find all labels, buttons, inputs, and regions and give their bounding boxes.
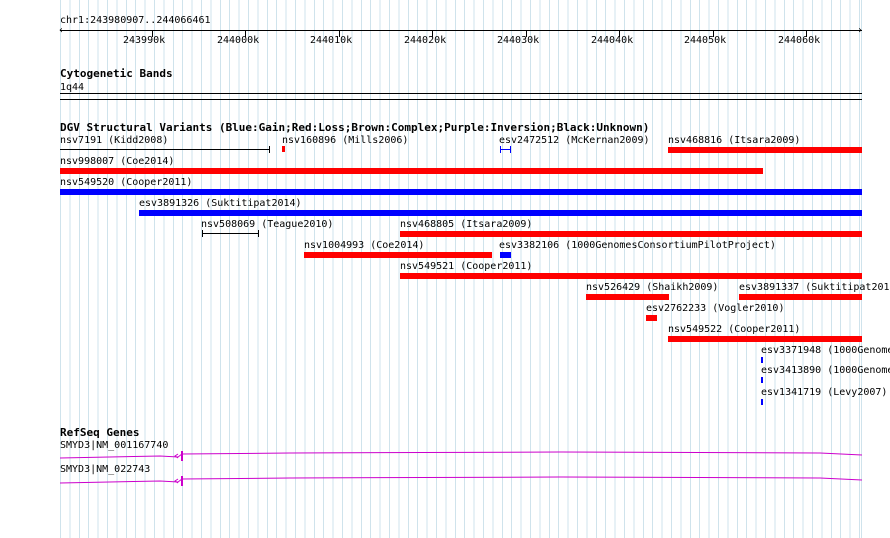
variant-feature-end <box>269 146 270 153</box>
variant-feature-gain[interactable] <box>761 399 763 405</box>
ruler-tick-label: 244050k <box>684 35 727 46</box>
variant-label: nsv468805 (Itsara2009) <box>400 219 533 230</box>
variant-label: nsv549521 (Cooper2011) <box>400 261 533 272</box>
variant-feature-loss[interactable] <box>400 231 862 237</box>
cytoband-label: 1q44 <box>60 82 85 93</box>
variant-label: nsv1004993 (Coe2014) <box>304 240 425 251</box>
variant-label: nsv998007 (Coe2014) <box>60 156 175 167</box>
gene-feature[interactable] <box>60 475 862 487</box>
cytoband-line-top[interactable] <box>60 93 862 94</box>
ruler-tick-label: 244030k <box>497 35 540 46</box>
variant-feature-gain[interactable] <box>500 252 511 258</box>
variant-label: nsv468816 (Itsara2009) <box>668 135 801 146</box>
variant-label: esv1341719 (Levy2007) <box>761 387 888 398</box>
variant-feature-loss[interactable] <box>586 294 669 300</box>
variant-label: esv3371948 (1000Genomes <box>761 345 890 356</box>
variant-feature-gain[interactable] <box>761 377 763 383</box>
refseq-track-title[interactable]: RefSeq Genes <box>60 427 139 438</box>
variant-label: nsv549520 (Cooper2011) <box>60 177 193 188</box>
variant-feature-gain[interactable] <box>761 357 763 363</box>
ruler-tick-label: 243990k <box>123 35 166 46</box>
variant-feature-unknown[interactable] <box>202 233 259 234</box>
variant-label: nsv526429 (Shaikh2009) <box>586 282 719 293</box>
variant-label: esv3891326 (Suktitipat2014) <box>139 198 302 209</box>
ruler-tick-label: 244020k <box>404 35 447 46</box>
variant-label: esv3891337 (Suktitipat2014) <box>739 282 890 293</box>
gene-feature[interactable] <box>60 450 862 462</box>
variant-label: esv3413890 (1000Genome <box>761 365 890 376</box>
variant-feature-unknown[interactable] <box>60 149 270 150</box>
variant-feature-end <box>510 146 511 153</box>
ruler-tick-label: 244040k <box>591 35 634 46</box>
variant-feature-start <box>500 146 501 153</box>
scroll-left-arrow-icon[interactable]: ‹ <box>58 26 64 36</box>
cytoband-line-bottom[interactable] <box>60 99 862 100</box>
variant-feature-loss[interactable] <box>60 168 763 174</box>
variant-feature-gain[interactable] <box>139 210 862 216</box>
variant-feature-end <box>258 230 259 237</box>
variant-feature-loss[interactable] <box>668 336 862 342</box>
variant-label: esv2762233 (Vogler2010) <box>646 303 785 314</box>
variant-label: nsv508069 (Teague2010) <box>201 219 334 230</box>
ruler-tick-label: 244000k <box>217 35 260 46</box>
variant-feature-loss[interactable] <box>668 147 862 153</box>
variant-label: nsv7191 (Kidd2008) <box>60 135 169 146</box>
ruler-line[interactable] <box>60 30 862 31</box>
variant-feature-loss[interactable] <box>282 146 285 152</box>
ruler-tick-label: 244060k <box>778 35 821 46</box>
variant-feature-gain[interactable] <box>60 189 862 195</box>
variant-feature-loss[interactable] <box>646 315 657 321</box>
dgv-track-title[interactable]: DGV Structural Variants (Blue:Gain;Red:L… <box>60 122 649 133</box>
gene-label: SMYD3|NM_022743 <box>60 464 151 475</box>
scroll-right-arrow-icon[interactable]: › <box>857 26 863 36</box>
ruler-tick-label: 244010k <box>310 35 353 46</box>
variant-feature-loss[interactable] <box>400 273 862 279</box>
variant-feature-loss[interactable] <box>739 294 862 300</box>
cytogenetic-track-title[interactable]: Cytogenetic Bands <box>60 68 173 79</box>
variant-feature-loss[interactable] <box>304 252 492 258</box>
variant-label: nsv160896 (Mills2006) <box>282 135 409 146</box>
variant-label: nsv549522 (Cooper2011) <box>668 324 801 335</box>
variant-label: esv3382106 (1000GenomesConsortiumPilotPr… <box>499 240 776 251</box>
variant-feature-start <box>202 230 203 237</box>
variant-label: esv2472512 (McKernan2009) <box>499 135 650 146</box>
ruler-position: chr1:243980907..244066461 <box>60 15 211 26</box>
